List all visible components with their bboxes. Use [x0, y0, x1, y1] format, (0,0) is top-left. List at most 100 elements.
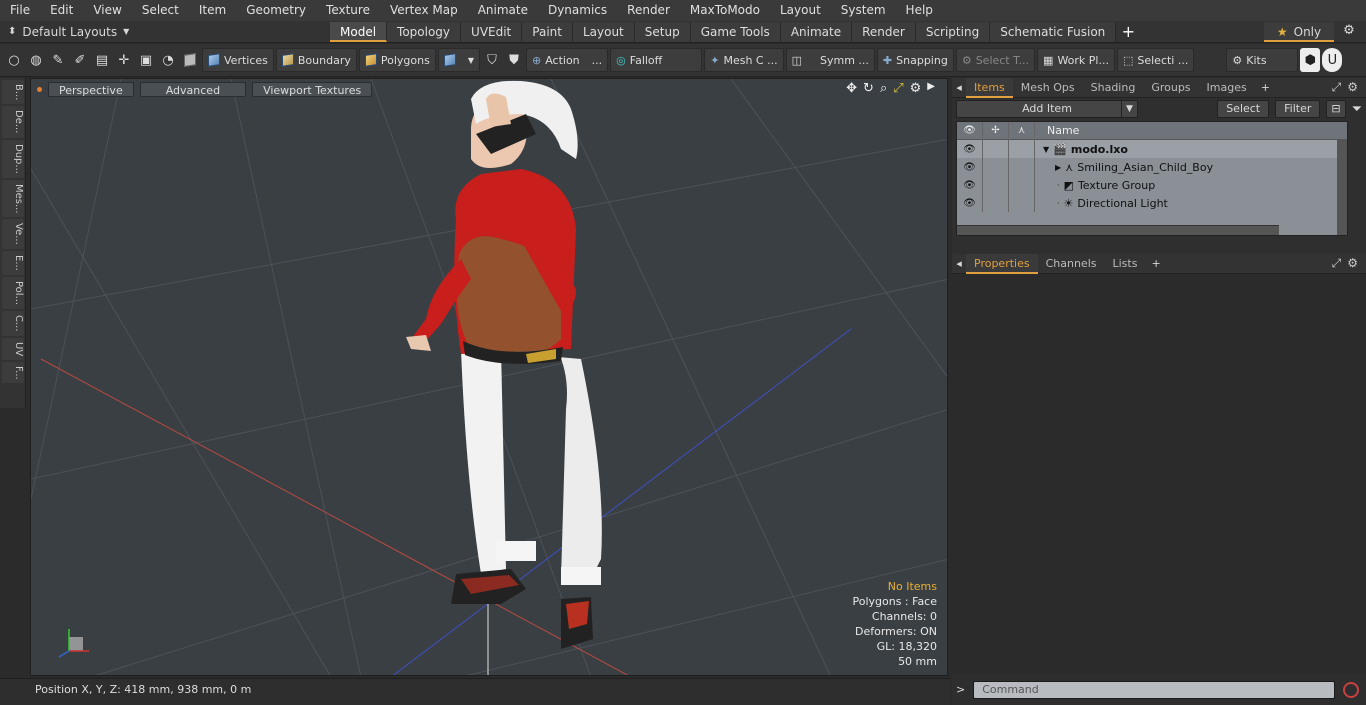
select-circle-icon[interactable]: ○ — [4, 48, 24, 72]
add-tab-icon[interactable]: + — [1255, 81, 1270, 94]
symmetry-button[interactable]: ◫ Symm ... — [785, 48, 875, 72]
selection-sets-button[interactable]: ⬚ Selecti ... — [1116, 48, 1195, 72]
item-mode-icon[interactable] — [180, 48, 200, 72]
menu-item-dynamics[interactable]: Dynamics — [538, 0, 617, 21]
sidebar-tab-8[interactable]: UV — [2, 337, 24, 360]
select-button[interactable]: Select — [1217, 100, 1270, 118]
table-row[interactable]: 👁 ▼ 🎬 modo.lxo — [957, 140, 1347, 158]
eye-icon[interactable]: 👁 — [957, 176, 983, 194]
viewport-arrow-icon[interactable]: ▶ — [927, 81, 935, 96]
action-center-button[interactable]: ⊕ Action... — [525, 48, 609, 72]
boundary-button[interactable]: Boundary — [275, 48, 357, 72]
tab-mesh-ops[interactable]: Mesh Ops — [1013, 78, 1083, 98]
shield-icon[interactable]: ⛉ — [482, 48, 502, 72]
eye-icon[interactable]: 👁 — [957, 140, 983, 158]
lock-cell[interactable] — [983, 194, 1009, 212]
properties-gear-icon[interactable]: ⚙ — [1347, 256, 1358, 271]
add-tab-icon[interactable]: + — [1145, 257, 1160, 270]
unity-icon[interactable]: ⬢ — [1300, 48, 1321, 72]
collapse-icon[interactable]: ⊟ — [1326, 100, 1346, 118]
chevron-right-icon[interactable]: ▶ — [1055, 163, 1061, 172]
tab-shading[interactable]: Shading — [1083, 78, 1144, 98]
zoom-view-icon[interactable]: ⌕ — [880, 81, 887, 96]
mesh-constraint-button[interactable]: ✦ Mesh C ... — [704, 48, 784, 72]
add-item-button[interactable]: Add Item ▼ — [956, 100, 1138, 118]
menu-item-system[interactable]: System — [831, 0, 896, 21]
tab-animate[interactable]: Animate — [780, 21, 853, 42]
falloff-button[interactable]: ◎ Falloff — [610, 48, 703, 72]
lock-cell[interactable] — [983, 176, 1009, 194]
tab-topology[interactable]: Topology — [387, 21, 462, 42]
vertical-scrollbar[interactable] — [1337, 140, 1347, 235]
sidebar-tab-2[interactable]: Dup... — [2, 139, 24, 178]
tab-scripting[interactable]: Scripting — [915, 21, 991, 42]
lock-cell[interactable] — [983, 140, 1009, 158]
sidebar-tab-6[interactable]: Pol... — [2, 276, 24, 309]
shield-alt-icon[interactable]: ⛊ — [504, 48, 524, 72]
tab-layout[interactable]: Layout — [572, 21, 635, 42]
menu-item-view[interactable]: View — [83, 0, 131, 21]
select-through-button[interactable]: ⚙ Select T... — [955, 48, 1036, 72]
snapping-button[interactable]: ✚ Snapping — [876, 48, 954, 72]
material-mode-button[interactable]: ▼ — [437, 48, 480, 72]
tab-schematic-fusion[interactable]: Schematic Fusion — [990, 21, 1117, 42]
sidebar-tab-7[interactable]: C... — [2, 310, 24, 336]
tab-model[interactable]: Model — [330, 21, 388, 42]
horizontal-scrollbar[interactable] — [957, 225, 1279, 235]
menu-item-help[interactable]: Help — [896, 0, 943, 21]
menu-item-edit[interactable]: Edit — [40, 0, 83, 21]
menu-item-layout[interactable]: Layout — [770, 0, 831, 21]
sidebar-tab-9[interactable]: F... — [2, 361, 24, 384]
perspective-button[interactable]: Perspective — [48, 81, 134, 97]
tab-paint[interactable]: Paint — [522, 21, 573, 42]
table-row[interactable]: 👁 ▶ ⋏ Smiling_Asian_Child_Boy — [957, 158, 1347, 176]
rotate-view-icon[interactable]: ↻ — [863, 81, 874, 96]
kits-button[interactable]: ⚙ Kits — [1226, 48, 1299, 72]
tab-images[interactable]: Images — [1199, 78, 1255, 98]
maximize-icon[interactable]: ⤢ — [893, 81, 903, 96]
tab-game-tools[interactable]: Game Tools — [690, 21, 781, 42]
sidebar-tab-3[interactable]: Mes... — [2, 179, 24, 218]
menu-item-geometry[interactable]: Geometry — [236, 0, 316, 21]
command-input[interactable]: Command — [973, 680, 1336, 699]
arc-icon[interactable]: ◔ — [158, 48, 178, 72]
pen-icon[interactable]: ✎ — [48, 48, 68, 72]
advanced-button[interactable]: Advanced — [139, 81, 247, 97]
filter-button[interactable]: Filter — [1275, 100, 1321, 118]
gear-icon[interactable]: ⚙ — [1340, 23, 1358, 41]
menu-item-render[interactable]: Render — [617, 0, 680, 21]
3d-viewport[interactable]: Perspective Advanced Viewport Textures ✥… — [30, 78, 948, 676]
table-row[interactable]: 👁 · ☀ Directional Light — [957, 194, 1347, 212]
viewport-gear-icon[interactable]: ⚙ — [910, 81, 922, 96]
add-layout-tab-icon[interactable]: + — [1116, 22, 1140, 41]
layout-selector[interactable]: ⬍ Default Layouts ▼ — [0, 25, 330, 39]
center-icon[interactable]: ✛ — [114, 48, 134, 72]
unreal-icon[interactable]: U — [1322, 48, 1343, 72]
chevron-down-icon[interactable]: ▼ — [1043, 145, 1049, 154]
move-view-icon[interactable]: ✥ — [846, 81, 857, 96]
tab-channels[interactable]: Channels — [1038, 254, 1105, 274]
tab-render[interactable]: Render — [852, 21, 916, 42]
eye-icon[interactable]: 👁 — [957, 158, 983, 176]
lock-cell[interactable] — [983, 158, 1009, 176]
menu-item-select[interactable]: Select — [132, 0, 189, 21]
eye-icon[interactable]: 👁 — [957, 194, 983, 212]
expand-icon[interactable]: ⤢ — [1332, 80, 1342, 95]
align-icon[interactable]: ▤ — [92, 48, 112, 72]
sidebar-tab-5[interactable]: E... — [2, 251, 24, 275]
expand-icon[interactable]: ⤢ — [1332, 256, 1342, 271]
sidebar-tab-4[interactable]: Ve... — [2, 219, 24, 250]
menu-item-animate[interactable]: Animate — [468, 0, 538, 21]
tab-groups[interactable]: Groups — [1143, 78, 1198, 98]
tab-uvedit[interactable]: UVEdit — [461, 21, 523, 42]
menu-item-vertex-map[interactable]: Vertex Map — [380, 0, 468, 21]
tab-properties[interactable]: Properties — [966, 253, 1038, 274]
items-gear-icon[interactable]: ⚙ — [1347, 80, 1358, 95]
tab-items[interactable]: Items — [966, 77, 1013, 98]
tab-setup[interactable]: Setup — [634, 21, 691, 42]
funnel-icon[interactable]: ⏷ — [1352, 102, 1362, 117]
brush-icon[interactable]: ✐ — [70, 48, 90, 72]
square-circle-icon[interactable]: ▣ — [136, 48, 156, 72]
only-button[interactable]: ★ Only — [1264, 22, 1334, 42]
work-plane-button[interactable]: ▦ Work Pl... — [1037, 48, 1115, 72]
